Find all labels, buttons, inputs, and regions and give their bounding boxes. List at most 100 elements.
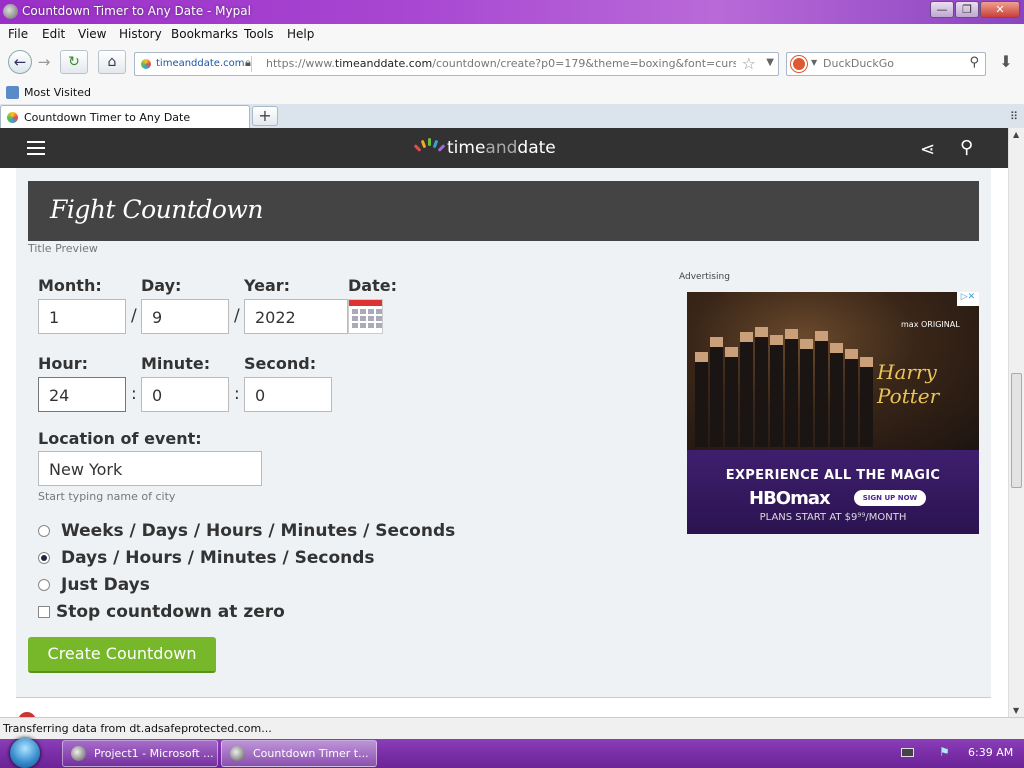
vertical-scrollbar[interactable]: ▲ ▼ bbox=[1008, 128, 1024, 717]
minute-input[interactable]: 0 bbox=[141, 377, 229, 412]
year-input[interactable]: 2022 bbox=[244, 299, 348, 334]
search-bar[interactable]: ▼ DuckDuckGo ⚲ bbox=[786, 52, 986, 76]
month-input[interactable]: 1 bbox=[38, 299, 126, 334]
maximize-button[interactable]: ❐ bbox=[955, 1, 979, 18]
close-button[interactable]: ✕ bbox=[980, 1, 1020, 18]
download-icon[interactable]: ⬇ bbox=[992, 52, 1020, 76]
network-icon[interactable]: ⚑ bbox=[939, 745, 950, 759]
day-input[interactable]: 9 bbox=[141, 299, 229, 334]
menu-help[interactable]: Help bbox=[287, 27, 314, 41]
radio-button[interactable] bbox=[38, 525, 50, 537]
title-preview-text: Fight Countdown bbox=[50, 195, 263, 224]
tab-strip: Countdown Timer to Any Date + ⠿ bbox=[0, 104, 1024, 128]
location-label: Location of event: bbox=[38, 429, 202, 448]
taskbar-item-project1[interactable]: Project1 - Microsoft ... bbox=[62, 740, 218, 767]
bookmark-most-visited[interactable]: Most Visited bbox=[6, 86, 91, 99]
advertising-label: Advertising bbox=[679, 272, 730, 282]
url-text[interactable]: https://www.timeanddate.com/countdown/cr… bbox=[266, 57, 736, 70]
menu-edit[interactable]: Edit bbox=[42, 27, 65, 41]
stop-at-zero-option[interactable]: Stop countdown at zero bbox=[38, 602, 285, 622]
second-label: Second: bbox=[244, 354, 317, 373]
ad-cast-image bbox=[695, 322, 885, 447]
home-icon[interactable]: ⌂ bbox=[98, 50, 126, 74]
duckduckgo-icon[interactable] bbox=[791, 56, 807, 72]
timeanddate-favicon-icon bbox=[7, 112, 18, 123]
title-preview: Fight Countdown bbox=[28, 181, 979, 241]
hamburger-menu-icon[interactable] bbox=[27, 141, 45, 155]
site-search-icon[interactable]: ⚲ bbox=[960, 137, 973, 158]
date-separator: / bbox=[131, 306, 137, 326]
tab-countdown-timer[interactable]: Countdown Timer to Any Date bbox=[0, 105, 250, 128]
ad-title: Harry Potter bbox=[877, 360, 940, 408]
ad-headline: EXPERIENCE ALL THE MAGIC bbox=[725, 468, 941, 483]
system-tray: ⚑ 6:39 AM bbox=[895, 739, 1024, 768]
forward-icon[interactable]: → bbox=[32, 50, 56, 74]
stop-at-zero-label: Stop countdown at zero bbox=[56, 602, 285, 622]
bookmark-star-icon[interactable]: ☆ bbox=[742, 54, 756, 73]
location-input[interactable]: New York bbox=[38, 451, 262, 486]
hbo-max-advertisement[interactable]: max ORIGINAL Harry Potter EXPERIENCE ALL… bbox=[687, 292, 979, 534]
reload-icon[interactable]: ↻ bbox=[60, 50, 88, 74]
date-label: Date: bbox=[348, 276, 397, 295]
minimize-button[interactable]: — bbox=[930, 1, 954, 18]
menu-tools[interactable]: Tools bbox=[244, 27, 274, 41]
time-separator: : bbox=[234, 384, 240, 404]
menu-view[interactable]: View bbox=[78, 27, 106, 41]
start-button-icon[interactable] bbox=[10, 738, 40, 768]
taskbar-item-countdown[interactable]: Countdown Timer t... bbox=[221, 740, 377, 767]
new-tab-button[interactable]: + bbox=[252, 106, 278, 126]
date-separator: / bbox=[234, 306, 240, 326]
url-dropdown-icon[interactable]: ▼ bbox=[766, 57, 774, 68]
hbo-max-logo: HBOmax bbox=[749, 488, 831, 509]
search-icon[interactable]: ⚲ bbox=[969, 55, 979, 70]
option-days-hours[interactable]: Days / Hours / Minutes / Seconds bbox=[38, 548, 375, 568]
create-countdown-button[interactable]: Create Countdown bbox=[28, 637, 216, 673]
url-bar[interactable]: timeanddate.com 🔒︎ https://www.timeandda… bbox=[134, 52, 779, 76]
keyboard-icon[interactable] bbox=[901, 748, 914, 757]
menu-bookmarks[interactable]: Bookmarks bbox=[171, 27, 238, 41]
option-just-days[interactable]: Just Days bbox=[38, 575, 150, 595]
countdown-form-panel: Fight Countdown Title Preview Month: Day… bbox=[16, 168, 991, 698]
radio-button[interactable] bbox=[38, 579, 50, 591]
ad-photo: max ORIGINAL Harry Potter bbox=[687, 292, 979, 450]
menu-history[interactable]: History bbox=[119, 27, 162, 41]
scrollbar-thumb[interactable] bbox=[1011, 373, 1022, 488]
second-input[interactable]: 0 bbox=[244, 377, 332, 412]
calendar-icon[interactable] bbox=[348, 299, 383, 334]
tab-list-icon[interactable]: ⠿ bbox=[1010, 110, 1018, 123]
logo-text-and: and bbox=[485, 138, 518, 158]
timeanddate-logo[interactable]: time and date bbox=[413, 138, 556, 158]
bookmarks-toolbar: Most Visited bbox=[0, 82, 1024, 104]
ad-signup-button[interactable]: SIGN UP NOW bbox=[854, 490, 926, 506]
status-bar: Transferring data from dt.adsafeprotecte… bbox=[0, 717, 1024, 739]
scroll-up-icon[interactable]: ▲ bbox=[1013, 130, 1019, 139]
option-label: Days / Hours / Minutes / Seconds bbox=[61, 548, 375, 568]
app-icon bbox=[71, 746, 86, 761]
taskbar-item-label: Countdown Timer t... bbox=[253, 747, 369, 760]
logo-text-time: time bbox=[447, 138, 486, 158]
search-placeholder: DuckDuckGo bbox=[823, 57, 894, 70]
month-label: Month: bbox=[38, 276, 102, 295]
back-icon[interactable]: ← bbox=[8, 50, 32, 74]
navigation-toolbar: ← → ↻ ⌂ timeanddate.com 🔒︎ https://www.t… bbox=[0, 44, 1024, 82]
adchoices-icon[interactable]: ▷✕ bbox=[957, 292, 979, 306]
search-engine-dropdown-icon[interactable]: ▼ bbox=[811, 58, 817, 67]
logo-mark-icon bbox=[413, 138, 446, 158]
browser-app-icon bbox=[230, 746, 245, 761]
day-label: Day: bbox=[141, 276, 182, 295]
page-viewport: time and date ⋖ ⚲ Fight Countdown Title Pr… bbox=[0, 128, 1008, 717]
option-weeks-days[interactable]: Weeks / Days / Hours / Minutes / Seconds bbox=[38, 521, 455, 541]
menu-file[interactable]: File bbox=[8, 27, 28, 41]
title-preview-caption: Title Preview bbox=[28, 242, 98, 255]
ad-price-line: PLANS START AT $9⁹⁹/MONTH bbox=[759, 512, 907, 523]
share-icon[interactable]: ⋖ bbox=[920, 139, 935, 160]
stop-at-zero-checkbox[interactable] bbox=[38, 606, 50, 618]
scroll-down-icon[interactable]: ▼ bbox=[1013, 706, 1019, 715]
option-label: Weeks / Days / Hours / Minutes / Seconds bbox=[61, 521, 456, 541]
status-text: Transferring data from dt.adsafeprotecte… bbox=[3, 722, 272, 735]
window-titlebar: Countdown Timer to Any Date - Mypal — ❐ … bbox=[0, 0, 1024, 24]
hour-input[interactable]: 24 bbox=[38, 377, 126, 412]
radio-button-selected[interactable] bbox=[38, 552, 50, 564]
clock[interactable]: 6:39 AM bbox=[968, 746, 1013, 759]
site-identity[interactable]: timeanddate.com bbox=[138, 56, 252, 72]
